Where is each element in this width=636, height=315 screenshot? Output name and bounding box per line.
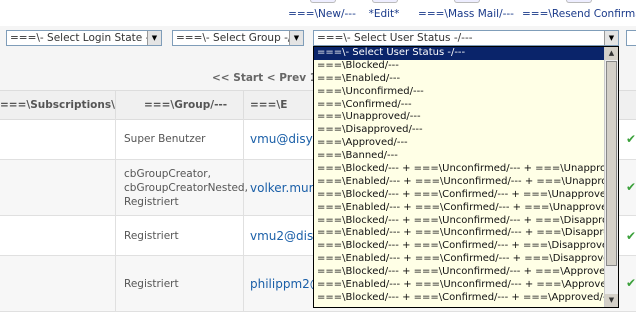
subscriptions-cell — [0, 256, 116, 311]
dropdown-option[interactable]: ===\Unconfirmed/--- — [314, 86, 604, 99]
header-group[interactable]: ===\Group/--- — [116, 91, 244, 119]
check-icon[interactable]: ✔ — [626, 180, 636, 194]
new-label: ===\New/--- — [288, 8, 356, 20]
edit-label: *Edit* — [368, 8, 400, 20]
dropdown-option[interactable]: ===\- Select User Status -/--- — [314, 47, 604, 60]
edit-icon — [372, 0, 398, 3]
resend-confirmation-button[interactable]: ===\Resend Confirmatio — [520, 0, 636, 24]
scroll-up-icon[interactable]: ▲ — [605, 47, 618, 60]
group-select[interactable]: ===\- Select Group -/--- ▼ — [172, 30, 304, 46]
mass-mail-label: ===\Mass Mail/--- — [418, 8, 514, 20]
login-state-select[interactable]: ===\- Select Login State -/--- ▼ — [6, 30, 162, 46]
dropdown-option[interactable]: ===\Enabled/--- + ===\Unconfirmed/--- + … — [314, 176, 604, 189]
group-cell: Registriert — [116, 216, 244, 255]
new-icon — [310, 0, 336, 3]
new-button[interactable]: ===\New/--- — [284, 0, 360, 24]
dropdown-option[interactable]: ===\Blocked/--- + ===\Unconfirmed/--- + … — [314, 266, 604, 279]
resend-label: ===\Resend Confirmatio — [522, 8, 636, 20]
user-status-dropdown[interactable]: ===\- Select User Status -/--- ===\Blocke… — [313, 46, 619, 308]
edit-button[interactable]: *Edit* — [362, 0, 406, 24]
check-icon[interactable]: ✔ — [626, 132, 636, 146]
chevron-down-icon[interactable]: ▼ — [289, 31, 303, 45]
email-link[interactable]: vmu@disyl — [244, 118, 314, 159]
dropdown-option[interactable]: ===\Blocked/--- + ===\Confirmed/--- + ==… — [314, 240, 604, 253]
email-link[interactable]: volker.murr — [244, 160, 314, 215]
mass-mail-button[interactable]: ===\Mass Mail/--- — [416, 0, 516, 24]
dropdown-option[interactable]: ===\Unapproved/--- — [314, 111, 604, 124]
login-state-value: ===\- Select Login State -/--- — [10, 32, 162, 44]
dropdown-option[interactable]: ===\Approved/--- — [314, 137, 604, 150]
dropdown-option[interactable]: ===\Blocked/--- + ===\Unconfirmed/--- + … — [314, 163, 604, 176]
dropdown-option[interactable]: ===\Enabled/--- — [314, 73, 604, 86]
subscriptions-cell — [0, 216, 116, 255]
header-email[interactable]: ===\E — [244, 91, 314, 119]
user-status-value: ===\- Select User Status -/--- — [317, 32, 473, 44]
check-icon[interactable]: ✔ — [626, 276, 636, 290]
dropdown-option[interactable]: ===\Blocked/--- + ===\Confirmed/--- + ==… — [314, 189, 604, 202]
dropdown-option[interactable]: ===\Blocked/--- + ===\Confirmed/--- + ==… — [314, 292, 604, 305]
dropdown-option[interactable]: ===\Blocked/--- + ===\Unconfirmed/--- + … — [314, 215, 604, 228]
extra-select[interactable] — [626, 30, 636, 46]
header-subscriptions[interactable]: ===\Subscriptions\/--- — [0, 91, 116, 119]
resend-icon — [566, 0, 592, 3]
group-cell: Super Benutzer — [116, 118, 244, 159]
toolbar: ===\New/--- *Edit* ===\Mass Mail/--- ===… — [0, 0, 636, 26]
dropdown-option[interactable]: ===\Disapproved/--- — [314, 124, 604, 137]
group-value: ===\- Select Group -/--- — [176, 32, 303, 44]
subscriptions-cell — [0, 160, 116, 215]
email-link[interactable]: vmu2@dis — [244, 216, 314, 255]
user-status-select[interactable]: ===\- Select User Status -/--- ▼ — [313, 30, 619, 46]
email-link[interactable]: philippm2@ — [244, 256, 314, 311]
dropdown-option[interactable]: ===\Banned/--- — [314, 150, 604, 163]
dropdown-option[interactable]: ===\Blocked/--- — [314, 60, 604, 73]
dropdown-scrollbar[interactable]: ▲ ▼ — [604, 47, 618, 307]
scroll-down-icon[interactable]: ▼ — [605, 294, 618, 307]
group-cell: Registriert — [116, 256, 244, 311]
check-icon[interactable]: ✔ — [626, 229, 636, 243]
subscriptions-cell — [0, 118, 116, 159]
chevron-down-icon[interactable]: ▼ — [604, 31, 618, 45]
scrollbar-thumb[interactable] — [606, 61, 617, 266]
dropdown-option[interactable]: ===\Enabled/--- + ===\Confirmed/--- + ==… — [314, 253, 604, 266]
dropdown-option[interactable]: ===\Enabled/--- + ===\Unconfirmed/--- + … — [314, 227, 604, 240]
chevron-down-icon[interactable]: ▼ — [147, 31, 161, 45]
user-status-options: ===\- Select User Status -/--- ===\Blocke… — [314, 47, 604, 305]
dropdown-option[interactable]: ===\Confirmed/--- — [314, 99, 604, 112]
group-cell: cbGroupCreator, cbGroupCreatorNested, Re… — [116, 160, 248, 215]
dropdown-option[interactable]: ===\Enabled/--- + ===\Unconfirmed/--- + … — [314, 279, 604, 292]
mass-mail-icon — [454, 0, 480, 3]
dropdown-option[interactable]: ===\Enabled/--- + ===\Confirmed/--- + ==… — [314, 202, 604, 215]
